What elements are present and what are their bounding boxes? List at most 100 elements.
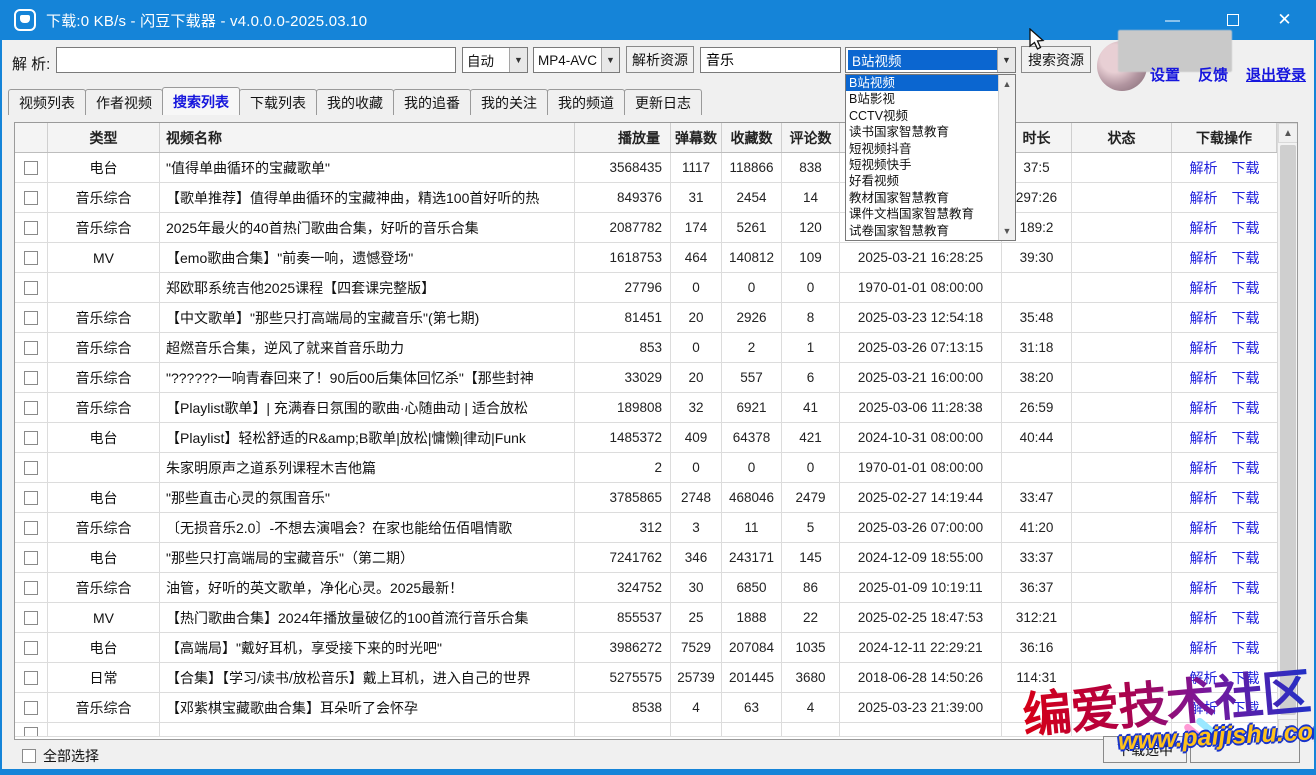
download-link[interactable]: 下载 — [1232, 578, 1260, 598]
download-link[interactable]: 下载 — [1232, 488, 1260, 508]
tab[interactable]: 我的收藏 — [316, 89, 394, 115]
download-link[interactable]: 下载 — [1232, 308, 1260, 328]
download-link[interactable]: 下载 — [1232, 608, 1260, 628]
parse-link[interactable]: 解析 — [1190, 518, 1218, 538]
download-link[interactable]: 下载 — [1232, 338, 1260, 358]
download-link[interactable]: 下载 — [1232, 638, 1260, 658]
tab[interactable]: 作者视频 — [85, 89, 163, 115]
row-checkbox[interactable] — [24, 221, 38, 235]
dropdown-option[interactable]: B站影视 — [846, 91, 998, 107]
header-operations[interactable]: 下载操作 — [1172, 123, 1277, 152]
tab[interactable]: 搜索列表 — [162, 87, 240, 115]
site-select[interactable]: B站视频 ▼ — [845, 47, 1016, 73]
search-resource-button[interactable]: 搜索资源 — [1021, 46, 1091, 73]
dropdown-option[interactable]: 课件文档国家智慧教育 — [846, 206, 998, 222]
row-checkbox[interactable] — [24, 491, 38, 505]
download-link[interactable]: 下载 — [1232, 668, 1260, 688]
parse-link[interactable]: 解析 — [1190, 188, 1218, 208]
quality-select[interactable]: 自动 ▼ — [462, 47, 528, 73]
download-selected-button[interactable]: 下载选中 — [1103, 736, 1187, 763]
row-checkbox[interactable] — [24, 431, 38, 445]
header-type[interactable]: 类型 — [48, 123, 160, 152]
table-scrollbar[interactable]: ▲ ▼ — [1277, 123, 1297, 739]
parse-link[interactable]: 解析 — [1190, 218, 1218, 238]
row-checkbox[interactable] — [24, 281, 38, 295]
parse-link[interactable]: 解析 — [1190, 608, 1218, 628]
download-link[interactable]: 下载 — [1232, 278, 1260, 298]
scrollbar-thumb[interactable] — [1280, 145, 1296, 715]
settings-link[interactable]: 设置 — [1150, 64, 1180, 85]
dropdown-option[interactable]: 教材国家智慧教育 — [846, 190, 998, 206]
download-link[interactable]: 下载 — [1232, 248, 1260, 268]
download-link[interactable]: 下载 — [1232, 458, 1260, 478]
parse-link[interactable]: 解析 — [1190, 458, 1218, 478]
parse-link[interactable]: 解析 — [1190, 398, 1218, 418]
dropdown-scrollbar[interactable]: ▲ ▼ — [998, 75, 1015, 240]
scroll-up-icon[interactable]: ▲ — [1278, 123, 1298, 143]
dropdown-option[interactable]: 短视频抖音 — [846, 141, 998, 157]
row-checkbox[interactable] — [24, 551, 38, 565]
tab[interactable]: 更新日志 — [624, 89, 702, 115]
scroll-down-icon[interactable]: ▼ — [999, 223, 1015, 239]
tab[interactable]: 我的频道 — [547, 89, 625, 115]
row-checkbox[interactable] — [24, 611, 38, 625]
dropdown-option[interactable]: B站视频 — [846, 75, 998, 91]
row-checkbox[interactable] — [24, 521, 38, 535]
header-favorites[interactable]: 收藏数 — [722, 123, 782, 152]
parse-link[interactable]: 解析 — [1190, 548, 1218, 568]
feedback-link[interactable]: 反馈 — [1198, 64, 1228, 85]
download-link[interactable]: 下载 — [1232, 188, 1260, 208]
row-checkbox[interactable] — [24, 371, 38, 385]
parse-link[interactable]: 解析 — [1190, 278, 1218, 298]
chevron-down-icon[interactable]: ▼ — [601, 48, 619, 72]
row-checkbox[interactable] — [24, 727, 38, 736]
download-link[interactable]: 下载 — [1232, 398, 1260, 418]
tab[interactable]: 我的追番 — [393, 89, 471, 115]
parse-link[interactable]: 解析 — [1190, 158, 1218, 178]
parse-link[interactable]: 解析 — [1190, 308, 1218, 328]
parse-link[interactable]: 解析 — [1190, 428, 1218, 448]
dropdown-option[interactable]: 读书国家智慧教育 — [846, 124, 998, 140]
dropdown-option[interactable]: CCTV视频 — [846, 108, 998, 124]
download-link[interactable]: 下载 — [1232, 158, 1260, 178]
tab[interactable]: 我的关注 — [470, 89, 548, 115]
row-checkbox[interactable] — [24, 251, 38, 265]
chevron-down-icon[interactable]: ▼ — [997, 48, 1015, 72]
row-checkbox[interactable] — [24, 311, 38, 325]
header-comments[interactable]: 评论数 — [782, 123, 840, 152]
download-link[interactable]: 下载 — [1232, 518, 1260, 538]
row-checkbox[interactable] — [24, 341, 38, 355]
select-all-checkbox[interactable] — [22, 749, 36, 763]
chevron-down-icon[interactable]: ▼ — [509, 48, 527, 72]
row-checkbox[interactable] — [24, 401, 38, 415]
download-link[interactable]: 下载 — [1232, 428, 1260, 448]
parse-link[interactable]: 解析 — [1190, 578, 1218, 598]
parse-resource-button[interactable]: 解析资源 — [626, 46, 694, 73]
select-all[interactable]: 全部选择 — [22, 746, 99, 766]
parse-url-input[interactable] — [56, 47, 456, 73]
scroll-up-icon[interactable]: ▲ — [999, 76, 1015, 92]
tab[interactable]: 下载列表 — [239, 89, 317, 115]
dropdown-option[interactable]: 好看视频 — [846, 173, 998, 189]
dropdown-option[interactable]: 试卷国家智慧教育 — [846, 223, 998, 239]
header-title[interactable]: 视频名称 — [160, 123, 575, 152]
format-select[interactable]: MP4-AVC ▼ — [533, 47, 620, 73]
download-link[interactable]: 下载 — [1232, 218, 1260, 238]
download-link[interactable]: 下载 — [1232, 548, 1260, 568]
covered-button[interactable] — [1190, 736, 1300, 763]
parse-link[interactable]: 解析 — [1190, 248, 1218, 268]
logout-link[interactable]: 退出登录 — [1246, 64, 1306, 85]
row-checkbox[interactable] — [24, 671, 38, 685]
parse-link[interactable]: 解析 — [1190, 698, 1218, 718]
header-status[interactable]: 状态 — [1072, 123, 1172, 152]
row-checkbox[interactable] — [24, 581, 38, 595]
header-plays[interactable]: 播放量 — [575, 123, 671, 152]
download-link[interactable]: 下载 — [1232, 698, 1260, 718]
parse-link[interactable]: 解析 — [1190, 368, 1218, 388]
dropdown-option[interactable]: 短视频快手 — [846, 157, 998, 173]
parse-link[interactable]: 解析 — [1190, 488, 1218, 508]
row-checkbox[interactable] — [24, 701, 38, 715]
close-button[interactable]: ✕ — [1261, 0, 1308, 40]
tab[interactable]: 视频列表 — [8, 89, 86, 115]
parse-link[interactable]: 解析 — [1190, 668, 1218, 688]
